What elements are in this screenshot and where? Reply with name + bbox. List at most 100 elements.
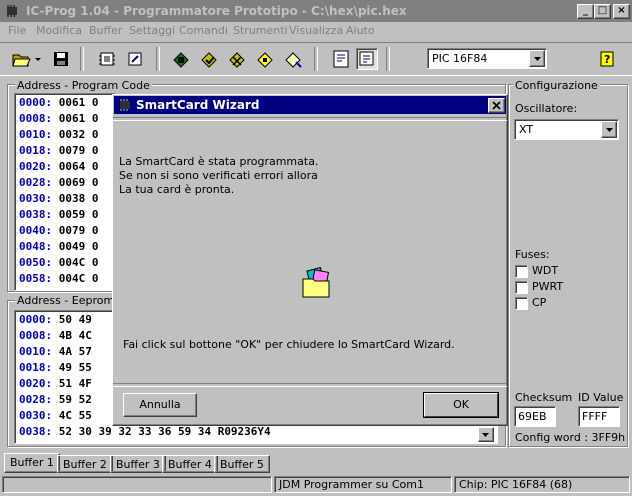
- toolbar-separator: [80, 47, 84, 71]
- dialog-title-bar: SmartCard Wizard: [114, 96, 506, 114]
- chevron-down-icon: [534, 57, 541, 61]
- dialog-close-button[interactable]: [488, 98, 505, 113]
- dialog-divider: [113, 117, 507, 121]
- menu-visualizza[interactable]: Visualizza: [289, 24, 343, 37]
- wdt-checkbox[interactable]: [515, 265, 528, 278]
- erase-icon[interactable]: [226, 48, 248, 70]
- menu-aiuto[interactable]: Aiuto: [346, 24, 375, 37]
- menu-file[interactable]: File: [8, 24, 26, 37]
- menu-buffer[interactable]: Buffer: [89, 24, 122, 37]
- window-title: IC-Prog 1.04 - Programmatore Prototipo -…: [26, 4, 407, 18]
- chip-select-arrow[interactable]: [529, 50, 545, 67]
- program-code-label: Address - Program Code: [15, 79, 152, 92]
- config-word: Config word : 3FF9h: [515, 431, 626, 444]
- save-disk-icon[interactable]: [50, 48, 72, 70]
- dialog-message-line3: La tua card è pronta.: [119, 183, 235, 196]
- verify-icon[interactable]: [198, 48, 220, 70]
- cp-label: CP: [532, 296, 547, 309]
- pwrt-label: PWRT: [532, 280, 564, 293]
- table-row: 0058: 004C 0: [19, 272, 99, 285]
- wdt-label: WDT: [532, 264, 559, 277]
- dropdown-arrow-icon[interactable]: [32, 48, 44, 70]
- table-row: 0000: 50 49: [19, 313, 92, 326]
- idvalue-value: FFFF: [582, 410, 608, 423]
- tab-buffer-4[interactable]: Buffer 4: [162, 455, 218, 473]
- dialog-divider: [113, 383, 507, 387]
- oscillator-label: Oscillatore:: [515, 102, 578, 115]
- table-row: 0038: 0059 0: [19, 208, 99, 221]
- maximize-button[interactable]: □: [594, 4, 611, 19]
- oscillator-arrow[interactable]: [601, 121, 617, 138]
- title-bar: IC-Prog 1.04 - Programmatore Prototipo -…: [0, 0, 632, 22]
- table-row: 0020: 51 4F: [19, 377, 92, 390]
- chevron-down-icon: [606, 128, 613, 132]
- idvalue-field[interactable]: FFFF: [578, 406, 620, 427]
- table-row: 0050: 004C 0: [19, 256, 99, 269]
- checksum-value: 69EB: [518, 410, 547, 423]
- smartcard-folder-icon: [302, 267, 330, 298]
- chevron-down-icon: [482, 433, 489, 437]
- toolbar-separator: [386, 47, 390, 71]
- table-row: 0000: 0061 0: [19, 96, 99, 109]
- toolbar-separator: [314, 47, 318, 71]
- status-chip: Chip: PIC 16F84 (68): [454, 476, 630, 493]
- status-empty: [2, 476, 272, 493]
- table-row: 0048: 0049 0: [19, 240, 99, 253]
- device-icon[interactable]: [282, 48, 304, 70]
- blank-check-icon[interactable]: [254, 48, 276, 70]
- ok-button[interactable]: OK: [423, 392, 499, 418]
- table-row: 0008: 0061 0: [19, 112, 99, 125]
- chip-select-value: PIC 16F84: [432, 52, 488, 65]
- table-row: 0040: 0079 0: [19, 224, 99, 237]
- minimize-button[interactable]: _: [577, 4, 594, 19]
- app-chip-icon: [7, 5, 17, 17]
- table-row: 0030: 0038 0: [19, 192, 99, 205]
- table-row: 0010: 4A 57: [19, 345, 92, 358]
- menu-bar: File Modifica Buffer Settaggi Comandi St…: [0, 22, 632, 40]
- table-row: 0018: 0079 0: [19, 144, 99, 157]
- close-button[interactable]: ×: [613, 4, 630, 19]
- status-programmer: JDM Programmer su Com1: [274, 476, 452, 493]
- config-title: Configurazione: [513, 79, 600, 92]
- dialog-title: SmartCard Wizard: [136, 98, 260, 112]
- table-row: 0020: 0064 0: [19, 160, 99, 173]
- program-icon[interactable]: [170, 48, 192, 70]
- smartcard-wizard-dialog: SmartCard Wizard La SmartCard è stata pr…: [112, 94, 508, 426]
- checksum-label: Checksum: [515, 391, 573, 404]
- window-icon[interactable]: [356, 48, 378, 70]
- menu-modifica[interactable]: Modifica: [36, 24, 82, 37]
- chip-read-icon[interactable]: [96, 48, 118, 70]
- chip-select-dropdown[interactable]: PIC 16F84: [427, 48, 547, 69]
- hex-view-icon[interactable]: [330, 48, 352, 70]
- app-chip-icon: [120, 99, 130, 111]
- dialog-message-line1: La SmartCard è stata programmata.: [119, 155, 319, 168]
- menu-settaggi[interactable]: Settaggi: [129, 24, 175, 37]
- pwrt-checkbox[interactable]: [515, 281, 528, 294]
- table-row: 0018: 49 55: [19, 361, 92, 374]
- dialog-hint: Fai click sul bottone "OK" per chiudere …: [123, 338, 455, 351]
- toolbar: PIC 16F84 ?: [0, 42, 632, 76]
- checksum-field[interactable]: 69EB: [514, 406, 556, 427]
- oscillator-select[interactable]: XT: [514, 119, 619, 140]
- open-folder-icon[interactable]: [10, 48, 32, 70]
- fuses-label: Fuses:: [515, 248, 550, 261]
- chip-write-icon[interactable]: [124, 48, 146, 70]
- table-row: 0028: 59 52: [19, 393, 92, 406]
- table-row: 0028: 0069 0: [19, 176, 99, 189]
- tab-buffer-1[interactable]: Buffer 1: [4, 453, 60, 473]
- program-code-list[interactable]: 0000: 0061 0 0008: 0061 0 0010: 0032 0 0…: [14, 93, 116, 291]
- tab-buffer-2[interactable]: Buffer 2: [57, 455, 113, 473]
- cancel-button[interactable]: Annulla: [123, 393, 197, 417]
- table-row: 0030: 4C 55: [19, 409, 92, 422]
- menu-comandi[interactable]: Comandi: [179, 24, 228, 37]
- scroll-down-button[interactable]: [478, 427, 494, 442]
- dialog-message-line2: Se non si sono verificati errori allora: [119, 169, 318, 182]
- cp-checkbox[interactable]: [515, 297, 528, 310]
- svg-text:?: ?: [604, 53, 610, 66]
- tab-buffer-5[interactable]: Buffer 5: [214, 455, 270, 473]
- tab-buffer-3[interactable]: Buffer 3: [110, 455, 166, 473]
- close-icon: [492, 101, 501, 110]
- menu-strumenti[interactable]: Strumenti: [233, 24, 288, 37]
- help-icon[interactable]: ?: [597, 48, 619, 70]
- idvalue-label: ID Value: [578, 391, 624, 404]
